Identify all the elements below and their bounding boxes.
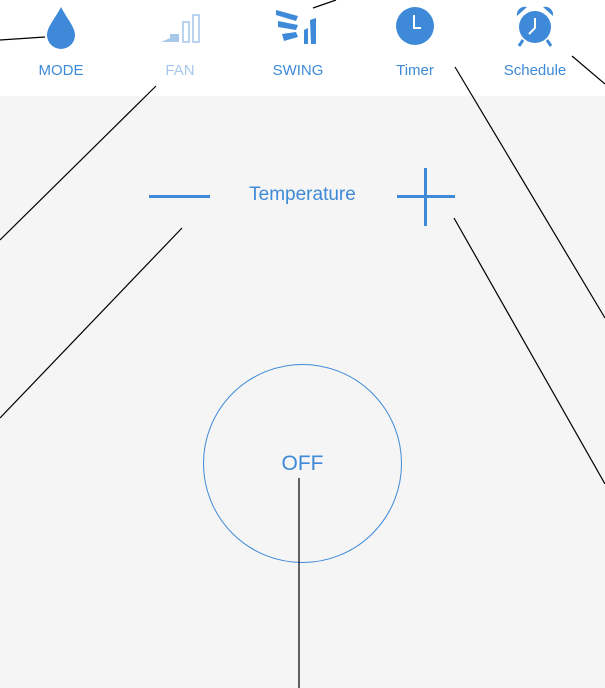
top-toolbar: MODE FAN SWING Timer Schedule [0,0,605,96]
timer-label: Timer [396,62,434,79]
swing-icon [274,6,322,51]
schedule-label: Schedule [503,62,567,79]
temperature-decrease-button[interactable] [149,195,210,198]
water-drop-icon [45,5,77,54]
fan-signal-icon [157,12,203,49]
power-button[interactable]: OFF [203,364,402,563]
fan-button[interactable]: FAN [135,0,225,96]
power-label: OFF [281,451,324,475]
swing-label: SWING [272,62,324,79]
mode-button[interactable]: MODE [16,0,106,96]
plus-icon[interactable] [424,168,427,226]
clock-icon [395,6,435,51]
alarm-clock-icon [513,4,557,53]
timer-button[interactable]: Timer [370,0,460,96]
mode-label: MODE [38,62,84,79]
schedule-button[interactable]: Schedule [490,0,580,96]
fan-label: FAN [165,62,195,79]
swing-button[interactable]: SWING [253,0,343,96]
temperature-label: Temperature [249,184,356,205]
